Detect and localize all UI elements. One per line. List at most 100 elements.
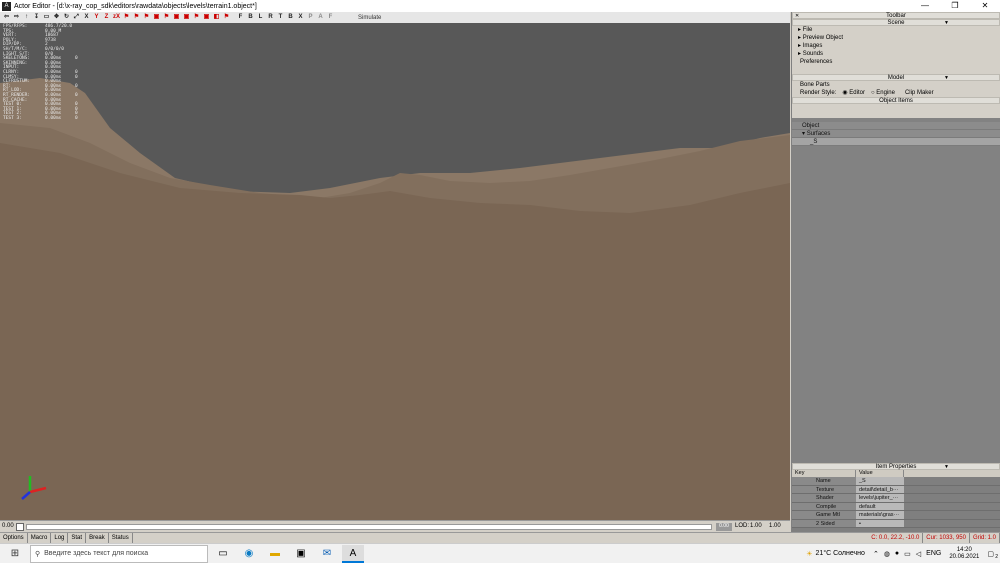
toolbar-button-icon[interactable]: ⇦ (2, 13, 11, 22)
object-items-header[interactable]: Object Items (792, 97, 1000, 104)
view-letter-group: FBLRTBXPAF (236, 13, 336, 22)
speed-value[interactable]: 1.00 (769, 523, 781, 529)
actor-editor-taskbar-icon[interactable]: A (342, 544, 364, 563)
view-letter-button[interactable]: F (326, 13, 335, 22)
tree-item-surfaces[interactable]: ▾ Surfaces (792, 130, 1000, 138)
weather-widget[interactable]: ☀ 21°C Солнечно (806, 550, 865, 558)
item-properties-header[interactable]: Item Properties ▼ (792, 463, 1000, 470)
toolbar-button-icon[interactable]: ✥ (52, 13, 61, 22)
close-button[interactable]: ✕ (970, 0, 1000, 12)
minimize-button[interactable]: — (910, 0, 940, 12)
prop-row[interactable]: Texture detail\detail_b··· (792, 485, 1000, 494)
chevron-down-icon[interactable]: ▼ (944, 75, 949, 81)
language-indicator[interactable]: ENG (926, 550, 941, 557)
windows-start-icon[interactable]: ⊞ (4, 545, 26, 563)
view-letter-button[interactable]: F (236, 13, 245, 22)
clip-maker-button[interactable]: Clip Maker (905, 89, 934, 97)
toolbar-button-icon[interactable]: ▣ (202, 13, 211, 22)
edge-icon[interactable]: ◉ (238, 545, 260, 563)
3d-viewport[interactable] (0, 23, 790, 520)
clock[interactable]: 14:20 20.06.2021 (949, 547, 979, 561)
render-editor-radio[interactable]: ◉ Editor (842, 89, 865, 97)
toolbar-button-icon[interactable]: ▣ (182, 13, 191, 22)
taskbar-search[interactable]: ⚲ Введите здесь текст для поиска (30, 544, 208, 563)
toolbar-button-icon[interactable]: ⤢ (72, 13, 81, 22)
simulate-button[interactable]: Simulate (358, 15, 381, 21)
model-header[interactable]: Model ▼ (792, 74, 1000, 81)
mail-icon[interactable]: ✉ (316, 545, 338, 563)
chevron-down-icon[interactable]: ▼ (944, 464, 949, 470)
view-letter-button[interactable]: B (246, 13, 255, 22)
toolbar-button-icon[interactable]: ◧ (212, 13, 221, 22)
prop-value[interactable]: materials\gras··· (856, 511, 904, 519)
toolbar-button-icon[interactable]: zX (112, 13, 121, 22)
network-icon[interactable]: ▭ (904, 550, 911, 558)
view-letter-button[interactable]: L (256, 13, 265, 22)
store-icon[interactable]: ▣ (290, 545, 312, 563)
toolbar-button-icon[interactable]: ⇨ (12, 13, 21, 22)
view-letter-button[interactable]: X (296, 13, 305, 22)
view-letter-button[interactable]: A (316, 13, 325, 22)
prop-row[interactable]: 2 Sided • (792, 519, 1000, 528)
view-letter-button[interactable]: B (286, 13, 295, 22)
view-letter-button[interactable]: R (266, 13, 275, 22)
prop-value[interactable]: _S (856, 477, 904, 485)
tray-app-icon[interactable]: ◍ (884, 550, 890, 558)
bone-parts-button[interactable]: Bone Parts (792, 81, 1000, 89)
prop-row[interactable]: Shader levels\jupiter_··· (792, 494, 1000, 503)
stat-button[interactable]: Stat (68, 532, 87, 544)
macro-button[interactable]: Macro (28, 532, 52, 544)
scene-item[interactable]: ▸ Images (792, 42, 1000, 50)
toolbar-button-icon[interactable]: ⚑ (142, 13, 151, 22)
toolbar-button-icon[interactable]: ▣ (172, 13, 181, 22)
prop-row[interactable]: Game Mtl materials\gras··· (792, 511, 1000, 520)
scene-item[interactable]: ▸ Sounds (792, 50, 1000, 58)
scene-header-label: Scene (887, 20, 905, 26)
prop-value[interactable]: default (856, 502, 904, 510)
timeline-slider[interactable] (26, 524, 712, 530)
scene-header[interactable]: Scene ▼ (792, 19, 1000, 26)
scene-item[interactable]: ▸ File (792, 26, 1000, 34)
options-button[interactable]: Options (0, 532, 28, 544)
status-button[interactable]: Status (109, 532, 133, 544)
task-view-icon[interactable]: ▭ (212, 545, 234, 563)
chevron-down-icon[interactable]: ▼ (944, 20, 949, 26)
render-engine-radio[interactable]: ○ Engine (871, 89, 895, 97)
file-explorer-icon[interactable]: ▬ (264, 545, 286, 563)
tree-item-object[interactable]: Object (792, 122, 1000, 130)
toolbar-button-icon[interactable]: ↧ (32, 13, 41, 22)
play-checkbox[interactable] (16, 523, 24, 531)
prop-value[interactable]: levels\jupiter_··· (856, 494, 904, 502)
view-letter-button[interactable]: P (306, 13, 315, 22)
prop-value[interactable]: detail\detail_b··· (856, 485, 904, 493)
scene-item[interactable]: ▸ Preview Object (792, 34, 1000, 42)
toolbar-panel-header[interactable]: ✕ Toolbar (792, 12, 1000, 19)
tray-app-icon-2[interactable]: ● (895, 550, 899, 557)
lod-value[interactable]: 1.00 (750, 523, 762, 529)
maximize-button[interactable]: ❐ (940, 0, 970, 12)
toolbar-button-icon[interactable]: ↻ (62, 13, 71, 22)
prop-row[interactable]: Name _S (792, 477, 1000, 486)
volume-icon[interactable]: ◁ (916, 550, 921, 558)
scene-item[interactable]: Preferences (792, 58, 1000, 66)
view-letter-button[interactable]: T (276, 13, 285, 22)
toolbar-button-icon[interactable]: ↑ (22, 13, 31, 22)
toolbar-button-icon[interactable]: ⚑ (162, 13, 171, 22)
tree-item-surface-s[interactable]: _S (792, 138, 1000, 146)
toolbar-button-icon[interactable]: X (82, 13, 91, 22)
prop-row[interactable]: Compile default (792, 502, 1000, 511)
notification-icon[interactable]: ▢ 2 (987, 550, 998, 560)
prop-value[interactable]: • (856, 519, 904, 527)
toolbar-button-icon[interactable]: Z (102, 13, 111, 22)
toolbar-button-icon[interactable]: ⚑ (222, 13, 231, 22)
toolbar-button-icon[interactable]: ▭ (42, 13, 51, 22)
object-items-tree[interactable]: Object ▾ Surfaces _S (792, 118, 1000, 463)
log-button[interactable]: Log (51, 532, 69, 544)
toolbar-button-icon[interactable]: ⚑ (132, 13, 141, 22)
toolbar-button-icon[interactable]: ⚑ (122, 13, 131, 22)
tray-arrow-icon[interactable]: ⌃ (873, 550, 879, 558)
toolbar-button-icon[interactable]: ⚑ (192, 13, 201, 22)
toolbar-button-icon[interactable]: Y (92, 13, 101, 22)
toolbar-button-icon[interactable]: ▣ (152, 13, 161, 22)
break-button[interactable]: Break (86, 532, 109, 544)
